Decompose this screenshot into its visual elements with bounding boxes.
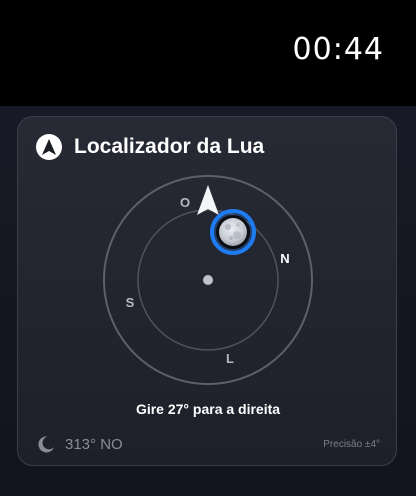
precision-label: Precisão ±4° xyxy=(323,438,380,450)
cardinal-east-label: L xyxy=(226,351,234,366)
watch-screen: 00:44 O N S L Localizador da Lua Gire 27… xyxy=(0,0,416,496)
status-bar: 00:44 xyxy=(0,0,416,106)
widget-header: Localizador da Lua xyxy=(36,133,264,161)
status-time: 00:44 xyxy=(292,32,384,67)
cardinal-north-label: N xyxy=(280,251,289,266)
moon-heading: 313° NO xyxy=(65,435,123,453)
compass-center-dot xyxy=(203,275,213,285)
app-content: O N S L Localizador da Lua Gire 27° para… xyxy=(0,106,416,496)
moon-position-marker[interactable] xyxy=(210,209,256,255)
navigation-arrow-icon xyxy=(36,134,62,160)
cardinal-south-label: S xyxy=(126,295,135,310)
crescent-moon-icon xyxy=(38,436,54,453)
rotation-instruction: Gire 27° para a direita xyxy=(135,401,281,417)
widget-footer: 313° NO Precisão ±4° xyxy=(36,434,380,454)
moon-finder-widget[interactable]: O N S L Localizador da Lua Gire 27° para… xyxy=(17,116,397,466)
full-moon-icon xyxy=(219,218,247,246)
cardinal-west-label: O xyxy=(180,195,190,210)
widget-title: Localizador da Lua xyxy=(74,135,265,158)
